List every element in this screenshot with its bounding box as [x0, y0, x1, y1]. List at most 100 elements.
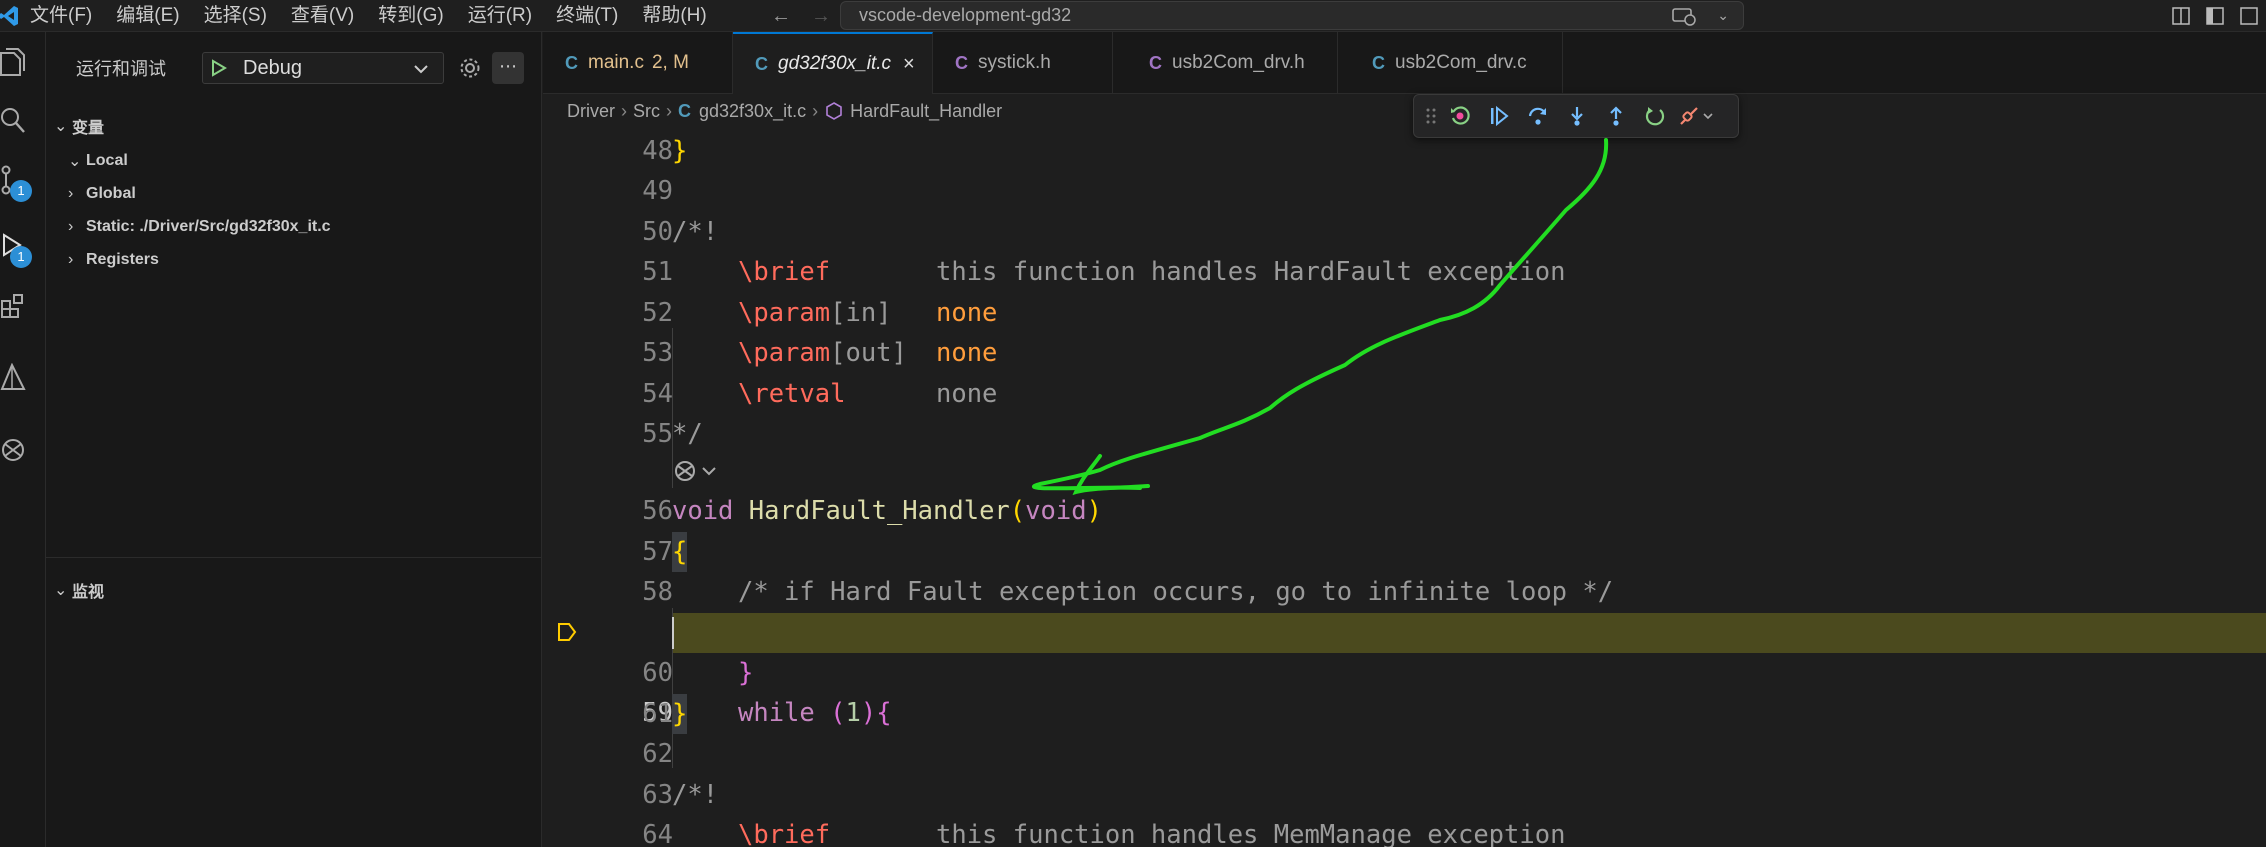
code-comment: [in] — [830, 298, 892, 328]
start-debugging-icon[interactable] — [203, 53, 233, 83]
menu-help[interactable]: 帮助(H) — [630, 0, 718, 32]
breadcrumb-item[interactable]: Src — [633, 101, 660, 122]
drag-handle-icon[interactable] — [1422, 98, 1440, 134]
tab-label: gd32f30x_it.c — [778, 53, 892, 74]
chevron-right-icon: › — [621, 100, 627, 121]
layout-icon[interactable] — [2164, 6, 2198, 26]
code-line: 53 \param[out] none — [543, 333, 2266, 373]
scm-badge: 1 — [10, 180, 32, 202]
doc-tag: \retval — [738, 379, 846, 409]
chevron-right-icon: › — [68, 184, 74, 202]
variables-item-registers[interactable]: › Registers — [46, 243, 542, 276]
line-number: 54 — [642, 379, 673, 409]
code-token: ( — [1009, 496, 1026, 526]
tab-usb2com-drv-c[interactable]: C usb2Com_drv.c — [1338, 32, 1563, 94]
section-divider — [46, 557, 542, 558]
step-over-icon[interactable] — [1518, 98, 1557, 134]
sidebar-title: 运行和调试 — [76, 59, 166, 79]
c-file-icon: C — [1149, 52, 1162, 73]
menu-edit[interactable]: 编辑(E) — [104, 0, 191, 32]
tab-systick-h[interactable]: C systick.h — [933, 32, 1113, 94]
restart-icon[interactable] — [1635, 98, 1674, 134]
step-into-icon[interactable] — [1557, 98, 1596, 134]
tab-main-c[interactable]: C main.c 2, M — [543, 32, 733, 94]
command-center[interactable]: vscode-development-gd32 ⌄ — [840, 1, 1744, 30]
extensions-icon[interactable] — [0, 278, 46, 334]
variables-item-label: Registers — [86, 250, 159, 268]
more-actions-icon[interactable]: ⋯ — [492, 52, 524, 84]
line-number: 58 — [642, 577, 673, 607]
gear-icon[interactable] — [456, 54, 484, 82]
code-comment: /* if Hard Fault exception occurs, go to… — [738, 577, 1614, 607]
search-icon[interactable] — [0, 92, 46, 148]
tab-gd32f30x-it-c[interactable]: C gd32f30x_it.c × — [733, 32, 933, 94]
code-function: HardFault_Handler — [748, 496, 1010, 526]
menu-view[interactable]: 查看(V) — [279, 0, 366, 32]
toggle-panel-icon[interactable] — [2232, 6, 2266, 26]
debug-stack-frame-icon — [558, 623, 577, 641]
code-comment: none — [936, 379, 998, 409]
variables-item-static[interactable]: › Static: ./Driver/Src/gd32f30x_it.c — [46, 210, 542, 243]
doc-tag: \param — [738, 298, 831, 328]
source-control-icon[interactable]: 1 — [0, 152, 46, 208]
toggle-sidebar-icon[interactable] — [2198, 6, 2232, 26]
code-line: 60} — [543, 653, 2266, 693]
nav-back-icon[interactable]: ← — [766, 1, 796, 31]
code-line: 55 */ — [543, 414, 2266, 454]
debug-config-select[interactable]: Debug — [202, 52, 444, 84]
run-debug-icon[interactable]: 1 — [0, 218, 46, 274]
c-file-icon: C — [565, 52, 578, 73]
code-line: 54 \retval none — [543, 374, 2266, 414]
menu-bar: 文件(F) 编辑(E) 选择(S) 查看(V) 转到(G) 运行(R) 终端(T… — [0, 0, 719, 32]
chevron-down-icon — [414, 65, 428, 74]
nav-forward-icon[interactable]: → — [806, 1, 836, 31]
restart-frame-icon[interactable] — [1440, 98, 1479, 134]
menu-terminal[interactable]: 终端(T) — [544, 0, 630, 32]
vscode-logo-icon — [0, 5, 18, 26]
tab-usb2com-drv-h[interactable]: C usb2Com_drv.h — [1113, 32, 1338, 94]
chevron-down-icon: ⌄ — [54, 582, 68, 599]
debug-config-label: Debug — [243, 56, 302, 79]
embedded-ide-icon[interactable] — [0, 422, 46, 478]
code-comment: /*! — [672, 217, 719, 247]
close-icon[interactable]: × — [903, 53, 915, 76]
watch-section-header[interactable]: ⌄ 监视 — [46, 574, 542, 606]
breadcrumb-item[interactable]: gd32f30x_it.c — [699, 101, 806, 122]
embedded-ide-icon[interactable] — [672, 458, 700, 484]
step-out-icon[interactable] — [1596, 98, 1635, 134]
c-file-icon: C — [678, 100, 691, 121]
menu-run[interactable]: 运行(R) — [456, 0, 544, 32]
doc-tag: \param — [738, 338, 831, 368]
breadcrumb-item[interactable]: HardFault_Handler — [850, 101, 1002, 122]
code-editor[interactable]: 48} 49 50/*! 51 \brief this function handl… — [543, 128, 2266, 847]
variables-item-label: Local — [86, 151, 128, 169]
c-file-icon: C — [755, 53, 768, 74]
code-token: } — [672, 136, 688, 166]
editor-tabs: C main.c 2, M C gd32f30x_it.c × C systic… — [543, 32, 2266, 94]
breadcrumb: Driver › Src › C gd32f30x_it.c › HardFau… — [543, 94, 2266, 128]
code-keyword: void — [672, 496, 734, 526]
doc-tag: \brief — [738, 257, 831, 287]
variables-section-header[interactable]: ⌄ 变量 — [46, 110, 542, 142]
copilot-icon[interactable] — [1671, 6, 1697, 26]
code-comment: /*! — [672, 780, 719, 810]
chevron-down-icon[interactable]: ⌄ — [1717, 2, 1729, 29]
chevron-down-icon: ⌄ — [68, 152, 82, 170]
menu-file[interactable]: 文件(F) — [18, 0, 104, 32]
line-number: 63 — [642, 780, 673, 810]
continue-icon[interactable] — [1479, 98, 1518, 134]
cmake-icon[interactable] — [0, 350, 46, 406]
variables-item-global[interactable]: › Global — [46, 177, 542, 210]
code-line: 48} — [543, 131, 2266, 171]
menu-go[interactable]: 转到(G) — [366, 0, 455, 32]
chevron-down-icon[interactable] — [700, 464, 718, 478]
menu-selection[interactable]: 选择(S) — [192, 0, 279, 32]
code-keyword: void — [1025, 496, 1087, 526]
line-number: 64 — [642, 820, 673, 847]
explorer-icon[interactable] — [0, 34, 46, 90]
disconnect-icon[interactable] — [1674, 98, 1718, 134]
codelens-debug[interactable] — [672, 451, 718, 491]
code-line: 50/*! — [543, 212, 2266, 252]
breadcrumb-item[interactable]: Driver — [567, 101, 615, 122]
variables-item-local[interactable]: ⌄ Local — [46, 144, 542, 177]
